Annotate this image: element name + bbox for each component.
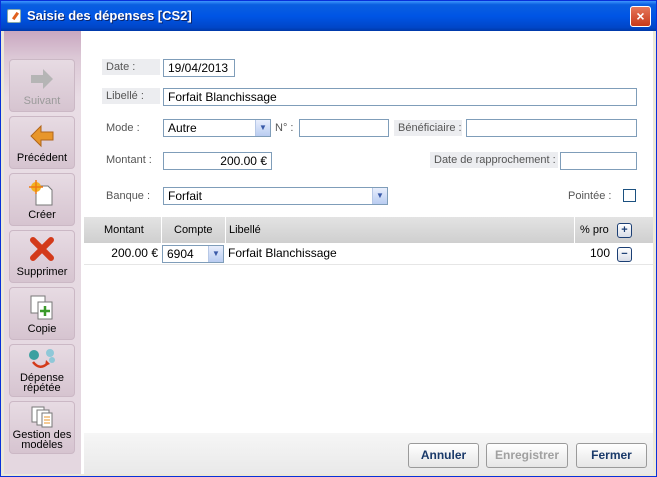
- sidebar-item-label: Précédent: [16, 152, 68, 164]
- chevron-down-icon[interactable]: ▼: [208, 246, 223, 262]
- beneficiaire-field[interactable]: [466, 119, 637, 137]
- sidebar-item-label: Copie: [27, 323, 57, 335]
- banque-value: Forfait: [168, 189, 203, 203]
- arrow-left-icon: [30, 124, 54, 148]
- sidebar-item-label: Gestion des modèles: [12, 429, 72, 451]
- pointee-checkbox[interactable]: [623, 189, 636, 202]
- footer-bar: Annuler Enregistrer Fermer: [84, 433, 653, 474]
- close-button[interactable]: ×: [630, 6, 651, 27]
- montant-label: Montant :: [106, 154, 152, 166]
- beneficiaire-label: Bénéficiaire :: [394, 120, 462, 136]
- col-montant[interactable]: Montant: [104, 217, 144, 243]
- copy-icon: [30, 295, 53, 320]
- date-label: Date :: [102, 59, 160, 75]
- column-divider: [574, 217, 575, 243]
- title-bar[interactable]: Saisie des dépenses [CS2] ×: [1, 1, 656, 31]
- grid-header: Montant Compte Libellé % pro +: [84, 217, 653, 243]
- client-area: Suivant Précédent Créer Supprimer Copie …: [4, 31, 653, 474]
- mode-label: Mode :: [106, 122, 140, 134]
- dialog-window: Saisie des dépenses [CS2] × Suivant Préc…: [0, 0, 657, 477]
- compte-select[interactable]: 6904 ▼: [162, 245, 224, 263]
- fermer-button[interactable]: Fermer: [576, 443, 647, 468]
- banque-select[interactable]: Forfait ▼: [163, 187, 388, 205]
- mode-value: Autre: [168, 121, 197, 135]
- col-compte[interactable]: Compte: [174, 217, 213, 243]
- window-title: Saisie des dépenses [CS2]: [27, 8, 192, 23]
- sidebar-item-gestion-modeles[interactable]: Gestion des modèles: [9, 401, 75, 454]
- chevron-down-icon[interactable]: ▼: [255, 120, 270, 136]
- libelle-label: Libellé :: [102, 88, 160, 104]
- date-field[interactable]: 19/04/2013: [163, 59, 235, 77]
- sidebar-item-label: Dépense répétée: [19, 372, 65, 394]
- arrow-right-icon: [31, 69, 53, 89]
- banque-label: Banque :: [106, 190, 151, 202]
- new-document-icon: [29, 180, 53, 206]
- numero-field[interactable]: [299, 119, 389, 137]
- sidebar-item-label: Suivant: [23, 95, 61, 107]
- cell-montant: 200.00 €: [111, 246, 158, 260]
- add-line-button[interactable]: +: [617, 223, 632, 238]
- mode-select[interactable]: Autre ▼: [163, 119, 271, 137]
- chevron-down-icon[interactable]: ▼: [372, 188, 387, 204]
- sidebar-item-label: Supprimer: [16, 266, 68, 278]
- cell-pro: 100: [589, 246, 610, 260]
- table-row[interactable]: 200.00 € 6904 ▼ Forfait Blanchissage 100…: [84, 243, 653, 265]
- column-divider: [225, 217, 226, 243]
- sidebar: Suivant Précédent Créer Supprimer Copie …: [4, 31, 81, 474]
- sidebar-item-precedent[interactable]: Précédent: [9, 116, 75, 169]
- col-pro[interactable]: % pro: [580, 217, 609, 243]
- compte-value: 6904: [167, 247, 194, 261]
- annuler-button[interactable]: Annuler: [408, 443, 479, 468]
- sidebar-item-depense-repetee[interactable]: Dépense répétée: [9, 344, 75, 397]
- repeat-expense-icon: [29, 349, 55, 368]
- sidebar-item-suivant[interactable]: Suivant: [9, 59, 75, 112]
- col-libelle[interactable]: Libellé: [229, 217, 261, 243]
- form-area: Date : 19/04/2013 Libellé : Forfait Blan…: [84, 31, 653, 474]
- rapprochement-label: Date de rapprochement :: [430, 152, 558, 168]
- remove-line-button[interactable]: −: [617, 247, 632, 262]
- sidebar-item-label: Créer: [28, 209, 56, 221]
- rapprochement-field[interactable]: [560, 152, 637, 170]
- app-icon: [7, 9, 21, 23]
- cell-libelle: Forfait Blanchissage: [228, 246, 337, 260]
- montant-field[interactable]: 200.00 €: [163, 152, 272, 170]
- libelle-field[interactable]: Forfait Blanchissage: [163, 88, 637, 106]
- sidebar-item-supprimer[interactable]: Supprimer: [9, 230, 75, 283]
- delete-icon: [30, 237, 54, 261]
- templates-icon: [31, 406, 53, 428]
- numero-label: N° :: [275, 122, 294, 134]
- column-divider: [161, 217, 162, 243]
- pointee-label: Pointée :: [568, 190, 612, 202]
- sidebar-item-copie[interactable]: Copie: [9, 287, 75, 340]
- enregistrer-button[interactable]: Enregistrer: [486, 443, 568, 468]
- sidebar-item-creer[interactable]: Créer: [9, 173, 75, 226]
